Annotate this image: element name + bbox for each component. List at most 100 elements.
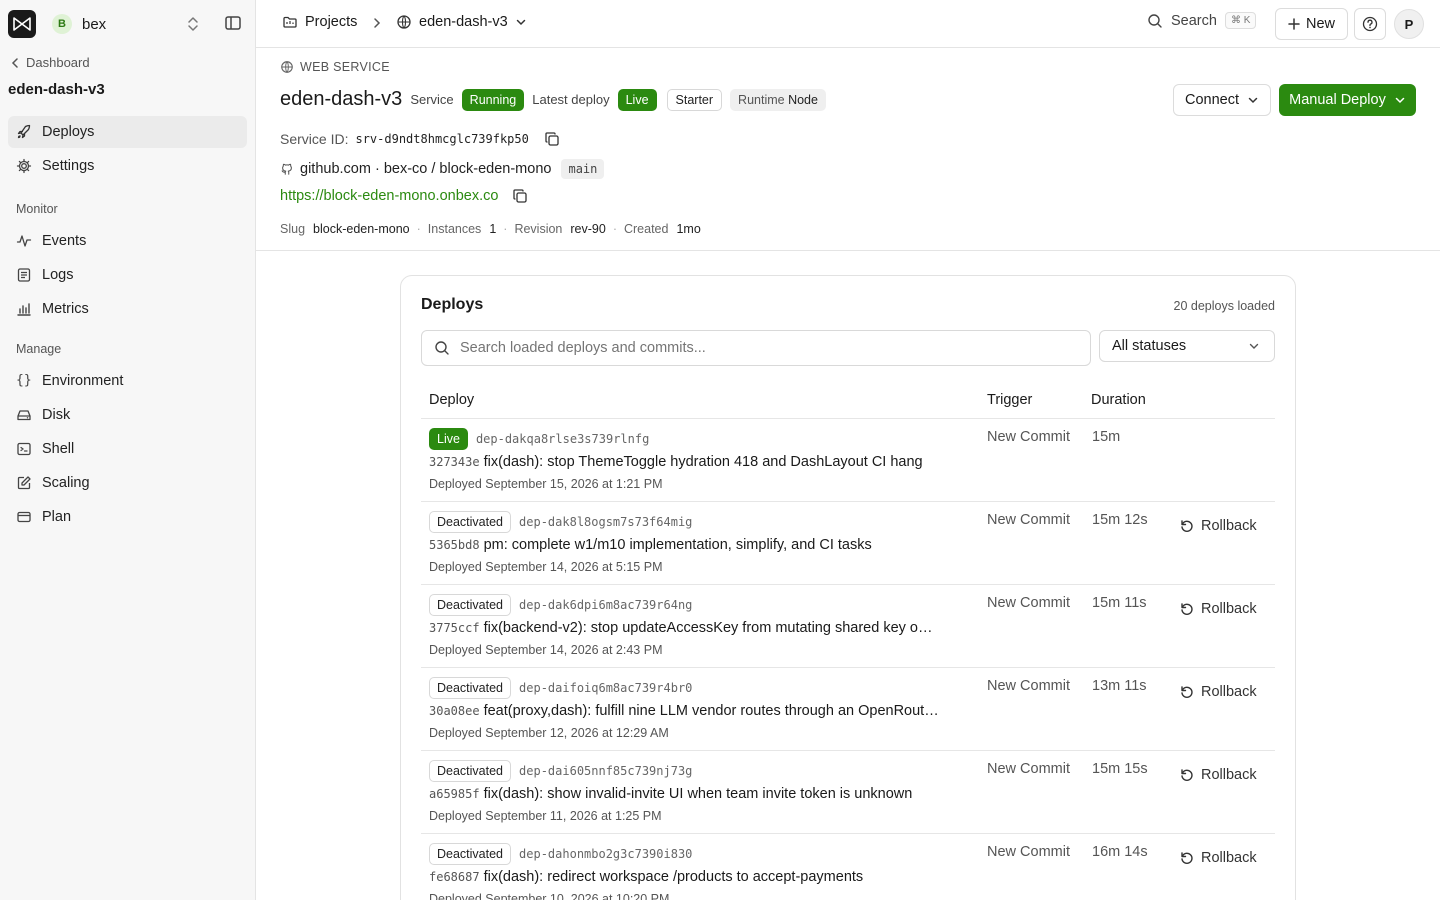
- sidebar: B bex Dashboard eden-dash-v3 Deploys Set…: [0, 0, 256, 900]
- sidebar-item-label: Settings: [42, 158, 95, 174]
- sidebar-item-metrics[interactable]: Metrics: [8, 293, 247, 325]
- column-header-deploy: Deploy: [429, 392, 475, 408]
- commit-message: fix(dash): show invalid-invite UI when t…: [483, 786, 913, 802]
- service-meta-row: Slug block-eden-mono · Instances 1 · Rev…: [280, 222, 701, 236]
- service-title-row: eden-dash-v3 Service Running Latest depl…: [280, 88, 826, 111]
- service-id-value: srv-d9ndt8hmcglc739fkp50: [355, 132, 529, 146]
- new-label: New: [1305, 16, 1335, 32]
- repo-link[interactable]: github.com · bex-co / block-eden-mono: [300, 161, 551, 177]
- commit-message: pm: complete w1/m10 implementation, simp…: [483, 537, 872, 553]
- deploy-id: dep-dahonmbo2g3c7390i830: [519, 847, 693, 861]
- sidebar-item-label: Shell: [42, 441, 75, 457]
- sidebar-item-shell[interactable]: Shell: [8, 433, 247, 465]
- deploys-search[interactable]: [421, 330, 1091, 366]
- service-name: eden-dash-v3: [280, 88, 403, 110]
- sidebar-item-label: Deploys: [42, 124, 95, 140]
- deploy-trigger: New Commit: [987, 512, 1070, 528]
- status-filter-value: All statuses: [1112, 338, 1187, 354]
- sidebar-item-scaling[interactable]: Scaling: [8, 467, 247, 499]
- copy-icon[interactable]: [544, 131, 560, 147]
- deploy-duration: 15m 12s: [1092, 512, 1148, 528]
- commit-line: 30a08ee feat(proxy,dash): fulfill nine LL…: [429, 703, 939, 719]
- rollback-label: Rollback: [1201, 684, 1257, 700]
- terminal-icon: [16, 441, 32, 457]
- rollback-button[interactable]: Rollback: [1179, 518, 1257, 534]
- global-search[interactable]: Search ⌘ K: [1147, 12, 1257, 29]
- commit-line: 3775ccf fix(backend-v2): stop updateAcces…: [429, 620, 932, 636]
- rollback-button[interactable]: Rollback: [1179, 850, 1257, 866]
- chevron-down-icon: [515, 16, 527, 28]
- commit-sha[interactable]: 3775ccf: [429, 621, 480, 635]
- deploy-status-badge: Live: [429, 428, 468, 450]
- commit-sha[interactable]: 327343e: [429, 455, 480, 469]
- breadcrumb-projects[interactable]: Projects: [282, 14, 357, 30]
- rollback-label: Rollback: [1201, 767, 1257, 783]
- sidebar-item-deploys[interactable]: Deploys: [8, 116, 247, 148]
- runtime-value: Node: [788, 92, 818, 107]
- rollback-button[interactable]: Rollback: [1179, 767, 1257, 783]
- service-type-label: WEB SERVICE: [300, 60, 390, 74]
- commit-sha[interactable]: 30a08ee: [429, 704, 480, 718]
- deploy-duration: 16m 14s: [1092, 844, 1148, 860]
- service-url-link[interactable]: https://block-eden-mono.onbex.co: [280, 188, 498, 204]
- url-row: https://block-eden-mono.onbex.co: [280, 188, 528, 204]
- latest-deploy-badge: Live: [617, 88, 657, 111]
- table-row[interactable]: Deactivated dep-dai605nnf85c739nj73g a65…: [421, 750, 1275, 833]
- deploy-id: dep-daifoiq6m8ac739r4br0: [519, 681, 693, 695]
- sidebar-item-label: Scaling: [42, 475, 90, 491]
- sidebar-item-events[interactable]: Events: [8, 225, 247, 257]
- sidebar-item-label: Plan: [42, 509, 72, 525]
- commit-message: fix(dash): stop ThemeToggle hydration 41…: [483, 454, 923, 470]
- connect-button[interactable]: Connect: [1173, 84, 1271, 116]
- back-to-dashboard-link[interactable]: Dashboard: [10, 55, 90, 70]
- rollback-button[interactable]: Rollback: [1179, 601, 1257, 617]
- table-row[interactable]: Deactivated dep-dak8l8ogsm7s73f64mig 536…: [421, 501, 1275, 584]
- service-status-badge: Running: [461, 88, 525, 111]
- deploy-trigger: New Commit: [987, 678, 1070, 694]
- copy-url-icon[interactable]: [512, 188, 528, 204]
- folder-icon: [282, 14, 298, 30]
- workspace-switcher[interactable]: B bex: [0, 0, 255, 48]
- chevrons-up-down-icon[interactable]: [186, 15, 200, 33]
- table-row[interactable]: Deactivated dep-dak6dpi6m8ac739r64ng 377…: [421, 584, 1275, 667]
- service-header: WEB SERVICE eden-dash-v3 Service Running…: [256, 48, 1440, 251]
- commit-sha[interactable]: fe68687: [429, 870, 480, 884]
- rollback-button[interactable]: Rollback: [1179, 684, 1257, 700]
- sidebar-item-settings[interactable]: Settings: [8, 150, 247, 182]
- sidebar-toggle-icon[interactable]: [224, 14, 242, 32]
- sidebar-item-logs[interactable]: Logs: [8, 259, 247, 291]
- app-logo-icon[interactable]: [8, 10, 36, 38]
- deploys-search-input[interactable]: [460, 340, 1060, 356]
- table-row[interactable]: Deactivated dep-dahonmbo2g3c7390i830 fe6…: [421, 833, 1275, 900]
- commit-sha[interactable]: a65985f: [429, 787, 480, 801]
- sidebar-item-environment[interactable]: {} Environment: [8, 365, 247, 397]
- rollback-icon: [1179, 518, 1195, 534]
- sidebar-item-plan[interactable]: Plan: [8, 501, 247, 533]
- table-row[interactable]: Deactivated dep-daifoiq6m8ac739r4br0 30a…: [421, 667, 1275, 750]
- monitor-section: Monitor Events Logs Metrics: [8, 199, 247, 327]
- manage-heading: Manage: [16, 342, 62, 356]
- sidebar-item-disk[interactable]: Disk: [8, 399, 247, 431]
- help-icon: [1362, 16, 1378, 32]
- deploy-id: dep-dai605nnf85c739nj73g: [519, 764, 693, 778]
- commit-sha[interactable]: 5365bd8: [429, 538, 480, 552]
- deployed-at: Deployed September 14, 2026 at 5:15 PM: [429, 560, 663, 574]
- breadcrumb-service-switcher[interactable]: eden-dash-v3: [396, 14, 527, 30]
- new-button[interactable]: New: [1275, 8, 1348, 40]
- project-title: eden-dash-v3: [8, 81, 105, 98]
- rollback-label: Rollback: [1201, 601, 1257, 617]
- deploys-card: Deploys 20 deploys loaded All statuses D…: [400, 275, 1296, 900]
- plan-badge: Starter: [666, 88, 723, 111]
- table-row[interactable]: Live dep-dakqa8rlse3s739rlnfg 327343e fix…: [421, 418, 1275, 501]
- help-button[interactable]: [1354, 8, 1386, 40]
- deploy-duration: 15m 11s: [1092, 595, 1147, 611]
- status-filter-select[interactable]: All statuses: [1099, 330, 1275, 362]
- deployed-at: Deployed September 12, 2026 at 12:29 AM: [429, 726, 669, 740]
- commit-message: fix(dash): redirect workspace /products …: [483, 869, 864, 885]
- manual-deploy-button[interactable]: Manual Deploy: [1279, 84, 1416, 116]
- logs-icon: [16, 267, 32, 283]
- deploy-id: dep-dak6dpi6m8ac739r64ng: [519, 598, 693, 612]
- instances-value: 1: [489, 222, 497, 236]
- deploys-count: 20 deploys loaded: [1173, 299, 1275, 313]
- user-avatar[interactable]: P: [1394, 9, 1424, 39]
